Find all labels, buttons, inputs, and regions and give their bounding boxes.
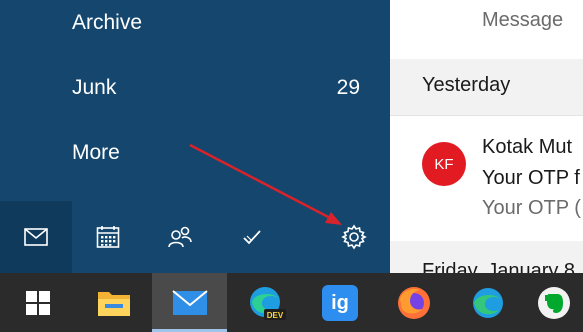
igdm-text: ig	[331, 292, 349, 314]
avatar: KF	[422, 142, 466, 186]
firefox-icon	[397, 286, 430, 319]
search-box[interactable]: Message	[390, 0, 583, 50]
igdm-icon: ig	[321, 284, 358, 321]
group-header-friday: Friday, January 8	[390, 241, 583, 273]
group-header-yesterday: Yesterday	[390, 59, 583, 115]
taskbar: DEV ig	[0, 273, 583, 332]
group-label: Friday, January 8	[422, 260, 576, 273]
message-list-pane: Message Yesterday KF Kotak Mut Your OTP …	[390, 0, 583, 273]
start-button[interactable]	[0, 273, 75, 332]
edge-icon	[472, 287, 503, 318]
taskbar-evernote[interactable]	[525, 273, 583, 332]
file-explorer-icon	[97, 291, 130, 316]
taskbar-firefox[interactable]	[376, 273, 451, 332]
message-subject: Your OTP f	[482, 167, 580, 189]
taskbar-file-explorer[interactable]	[76, 273, 151, 332]
mail-app-icon	[171, 289, 208, 315]
evernote-icon	[538, 286, 570, 319]
message-preview: Your OTP (	[482, 197, 581, 219]
taskbar-igdm[interactable]: ig	[302, 273, 377, 332]
search-placeholder: Message	[482, 9, 564, 31]
divider	[390, 115, 583, 116]
edge-dev-icon: DEV	[249, 286, 286, 320]
taskbar-edge[interactable]	[450, 273, 525, 332]
taskbar-mail[interactable]	[152, 273, 227, 332]
taskbar-edge-dev[interactable]: DEV	[228, 273, 303, 332]
message-sender: Kotak Mut	[482, 136, 573, 158]
group-label: Yesterday	[422, 74, 511, 96]
edge-dev-badge: DEV	[266, 311, 283, 320]
message-item[interactable]: KF Kotak Mut Your OTP f Your OTP (	[390, 117, 583, 241]
windows-start-icon	[25, 290, 50, 315]
